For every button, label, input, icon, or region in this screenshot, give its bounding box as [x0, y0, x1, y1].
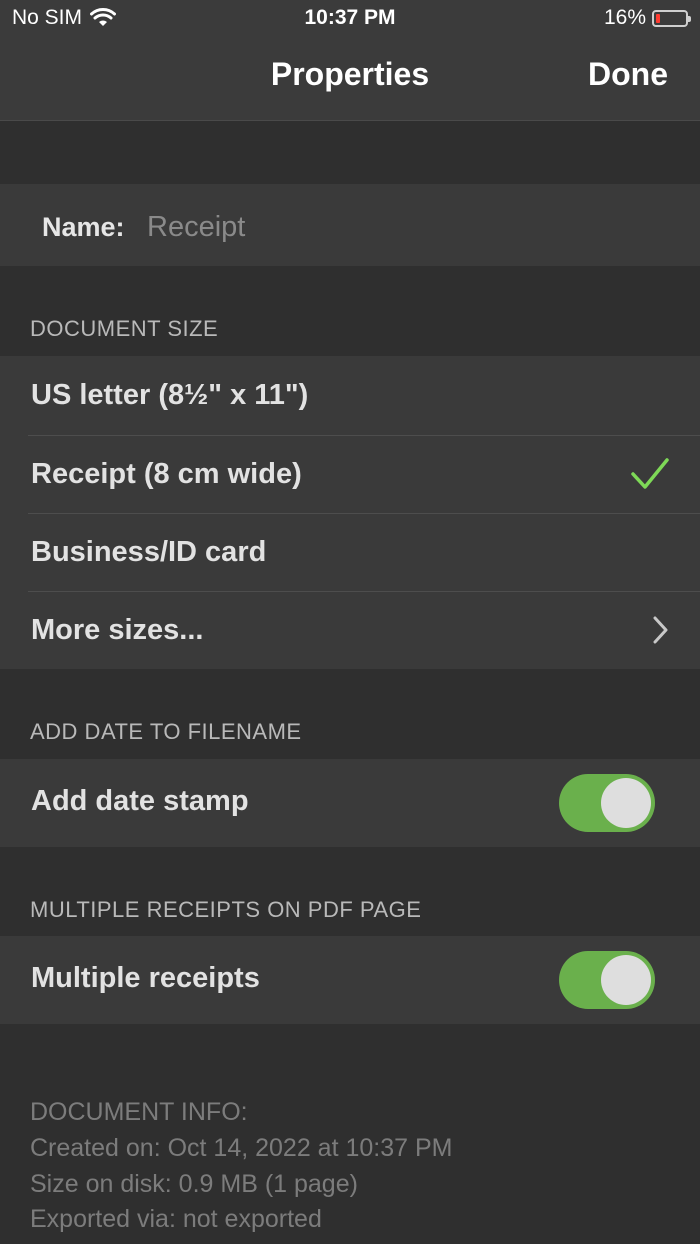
size-option-label: US letter (8½" x 11")	[31, 379, 309, 411]
document-info-header: DOCUMENT INFO:	[30, 1098, 248, 1126]
size-option-label: Receipt (8 cm wide)	[31, 458, 302, 490]
battery-icon	[652, 9, 691, 27]
name-input[interactable]	[145, 206, 649, 248]
size-on-disk-text: Size on disk: 0.9 MB (1 page)	[30, 1170, 358, 1198]
battery-level-fill	[656, 13, 660, 23]
multiple-section-header: MULTIPLE RECEIPTS ON PDF PAGE	[30, 897, 422, 922]
multiple-receipts-label: Multiple receipts	[31, 962, 260, 994]
chevron-right-icon	[653, 616, 668, 644]
checkmark-icon	[631, 458, 669, 489]
size-option-label: More sizes...	[31, 614, 204, 646]
multiple-receipts-toggle[interactable]	[559, 951, 655, 1009]
created-on-text: Created on: Oct 14, 2022 at 10:37 PM	[30, 1134, 453, 1162]
battery-percent: 16%	[603, 6, 646, 29]
toggle-knob	[601, 778, 651, 828]
done-button[interactable]: Done	[588, 56, 668, 93]
size-option-us-letter[interactable]: US letter (8½" x 11")	[0, 357, 700, 435]
date-stamp-label: Add date stamp	[31, 785, 249, 817]
size-option-more-sizes[interactable]: More sizes...	[0, 592, 700, 670]
size-option-label: Business/ID card	[31, 536, 267, 568]
toggle-knob	[601, 955, 651, 1005]
status-right: 16%	[603, 6, 691, 30]
date-stamp-row: Add date stamp	[0, 759, 700, 847]
date-stamp-toggle[interactable]	[559, 774, 655, 832]
status-time: 10:37 PM	[304, 6, 396, 29]
multiple-receipts-row: Multiple receipts	[0, 936, 700, 1024]
exported-via-text: Exported via: not exported	[30, 1205, 322, 1233]
size-option-receipt[interactable]: Receipt (8 cm wide)	[0, 436, 700, 514]
document-size-header: DOCUMENT SIZE	[30, 316, 219, 341]
date-section-header: ADD DATE TO FILENAME	[30, 719, 302, 744]
navigation-bar: No SIM 10:37 PM 16% Properties Done	[0, 0, 700, 121]
size-option-business-card[interactable]: Business/ID card	[0, 514, 700, 592]
name-label: Name:	[42, 212, 125, 242]
